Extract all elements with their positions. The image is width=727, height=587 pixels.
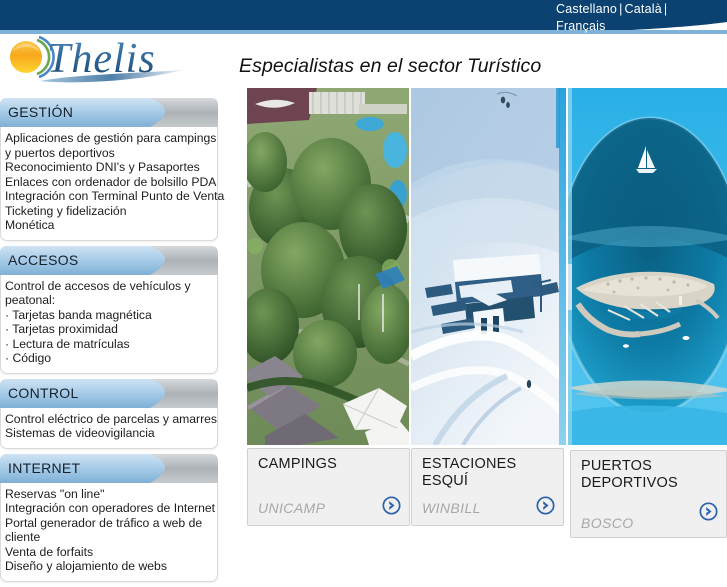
go-arrow-icon[interactable] (382, 496, 401, 515)
list-item[interactable]: Integración con operadores de Internet (1, 501, 217, 516)
sidebar-item-list: Control de accesos de vehículos y peaton… (1, 279, 217, 366)
sidebar-section-accesos-header[interactable]: ACCESOS (0, 245, 218, 275)
list-item[interactable]: Enlaces con ordenador de bolsillo PDA (1, 175, 217, 190)
sidebar-section-title: GESTIÓN (8, 104, 74, 120)
sidebar-section-title: INTERNET (8, 459, 81, 476)
list-item[interactable]: Diseño y alojamiento de webs (1, 559, 217, 574)
list-item[interactable]: · Tarjetas proximidad (1, 322, 217, 337)
list-item[interactable]: Monética (1, 218, 217, 233)
sidebar: GESTIÓN Aplicaciones de gestión para cam… (0, 98, 224, 587)
card-product-name: WINBILL (422, 500, 481, 516)
sidebar-section-control: CONTROL Control eléctrico de parcelas y … (0, 378, 218, 449)
card-product-name: BOSCO (581, 515, 634, 531)
product-card-ski[interactable]: ESTACIONES ESQUÍ WINBILL (411, 448, 564, 526)
list-item[interactable]: Control eléctrico de parcelas y amarres (1, 412, 217, 427)
lang-separator-2: | (663, 2, 668, 16)
card-title: PUERTOS DEPORTIVOS (581, 458, 678, 491)
sidebar-section-control-body: Control eléctrico de parcelas y amarres … (0, 407, 218, 449)
site-logo[interactable]: Thelis (6, 28, 206, 86)
lang-separator-1: | (619, 2, 623, 16)
product-card-campings[interactable]: CAMPINGS UNICAMP (247, 448, 410, 526)
sidebar-item-list: Aplicaciones de gestión para campings y … (1, 131, 224, 233)
list-item[interactable]: · Lectura de matrículas (1, 337, 217, 352)
card-product-name: UNICAMP (258, 500, 326, 516)
card-title: ESTACIONES ESQUÍ (422, 456, 517, 489)
hero-image-strip (247, 88, 727, 445)
sidebar-section-accesos-body: Control de accesos de vehículos y peaton… (0, 274, 218, 374)
sidebar-section-internet: INTERNET Reservas "on line" Integración … (0, 453, 218, 582)
sidebar-item-list: Control eléctrico de parcelas y amarres … (1, 412, 217, 441)
sidebar-section-internet-body: Reservas "on line" Integración con opera… (0, 482, 218, 582)
campings-photo-art (247, 88, 409, 445)
marina-photo-art (568, 88, 727, 445)
campings-aerial-photo[interactable] (247, 88, 409, 445)
list-item[interactable]: Integración con Terminal Punto de Venta (1, 189, 224, 204)
marina-photo[interactable] (568, 88, 727, 445)
lang-link-castellano[interactable]: Castellano (556, 2, 617, 16)
go-arrow-icon[interactable] (536, 496, 555, 515)
sidebar-section-gestion-body: Aplicaciones de gestión para campings y … (0, 127, 224, 241)
ski-station-photo[interactable] (411, 88, 566, 445)
list-item[interactable]: Ticketing y fidelización (1, 204, 217, 219)
list-item[interactable]: Venta de forfaits (1, 545, 217, 560)
sidebar-section-title: ACCESOS (8, 251, 79, 268)
sidebar-section-accesos: ACCESOS Control de accesos de vehículos … (0, 245, 218, 374)
sun-swoosh-logo-icon: Thelis (10, 35, 182, 83)
card-title: CAMPINGS (258, 456, 337, 472)
list-item[interactable]: Control de accesos de vehículos y peaton… (1, 279, 217, 308)
page-title: Especialistas en el sector Turístico (239, 55, 542, 77)
sidebar-item-list: Reservas "on line" Integración con opera… (1, 487, 217, 574)
sidebar-section-gestion-header[interactable]: GESTIÓN (0, 98, 218, 127)
lang-link-francais[interactable]: Français (556, 19, 606, 33)
list-item[interactable]: · Código (1, 351, 217, 366)
product-card-ports[interactable]: PUERTOS DEPORTIVOS BOSCO (570, 450, 727, 538)
lang-link-catala[interactable]: Català (625, 2, 662, 16)
list-item[interactable]: Aplicaciones de gestión para campings y … (1, 131, 217, 160)
list-item[interactable]: Sistemas de videovigilancia (1, 426, 217, 441)
ski-photo-art (411, 88, 566, 445)
language-switcher[interactable]: Castellano | Català | Français (556, 1, 726, 34)
sidebar-section-gestion: GESTIÓN Aplicaciones de gestión para cam… (0, 98, 224, 241)
sidebar-section-internet-header[interactable]: INTERNET (0, 453, 218, 483)
list-item[interactable]: Portal generador de tráfico a web de cli… (1, 516, 217, 545)
go-arrow-icon[interactable] (699, 502, 718, 521)
list-item[interactable]: Reconocimiento DNI's y Pasaportes (1, 160, 217, 175)
sidebar-section-title: CONTROL (8, 384, 79, 401)
sidebar-section-control-header[interactable]: CONTROL (0, 378, 218, 408)
list-item[interactable]: Reservas "on line" (1, 487, 217, 502)
list-item[interactable]: · Tarjetas banda magnética (1, 308, 217, 323)
